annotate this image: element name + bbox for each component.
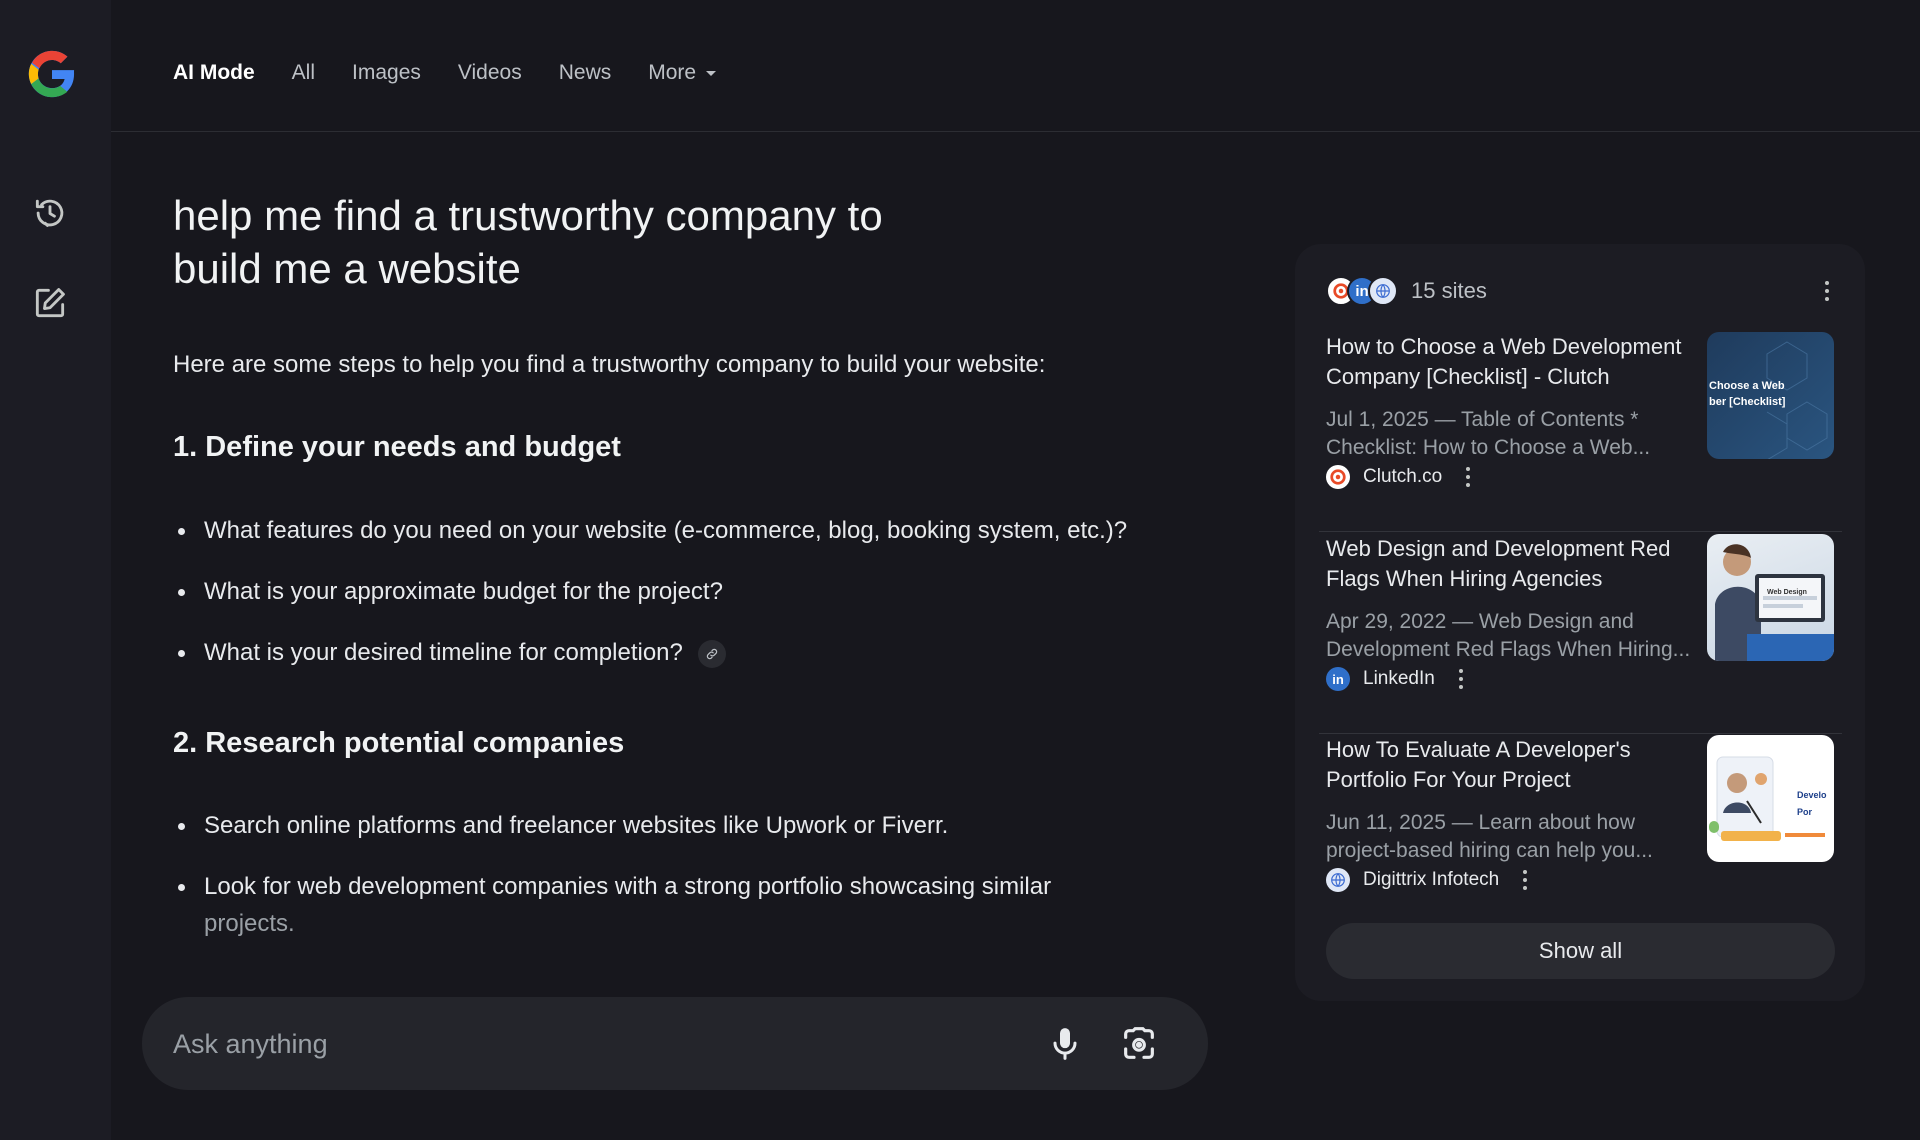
divider — [1319, 733, 1842, 734]
divider — [1319, 531, 1842, 532]
source-site-name: Clutch.co — [1363, 466, 1443, 487]
list-item: Search online platforms and freelancer w… — [173, 807, 1223, 844]
source-meta: Digittrix Infotech — [1326, 866, 1539, 894]
source-title[interactable]: Web Design and Development Red Flags Whe… — [1326, 534, 1696, 594]
tab-news[interactable]: News — [559, 58, 612, 88]
list-item-text: What is your approximate budget for the … — [204, 578, 723, 605]
source-thumbnail: Choose a Web ber [Checklist] — [1707, 332, 1834, 459]
thumbnail-text: Web Design — [1767, 589, 1807, 596]
tab-all[interactable]: All — [292, 58, 315, 88]
bullet-list: Search online platforms and freelancer w… — [173, 807, 1223, 942]
source-meta: Clutch.co — [1326, 463, 1482, 491]
globe-favicon — [1368, 276, 1398, 306]
tab-ai-mode[interactable]: AI Mode — [173, 58, 255, 88]
bullet-list: What features do you need on your websit… — [173, 512, 1223, 671]
list-item-text-faded: projects. — [204, 910, 295, 937]
caret-down-icon — [706, 70, 717, 76]
section-heading: 2. Research potential companies — [173, 727, 625, 759]
sources-header[interactable]: in 15 sites — [1326, 268, 1841, 314]
source-card[interactable]: How To Evaluate A Developer's Portfolio … — [1319, 735, 1842, 895]
new-chat-icon[interactable] — [31, 284, 69, 322]
show-all-button[interactable]: Show all — [1326, 923, 1835, 979]
side-rail — [0, 0, 111, 1140]
favicon-stack: in — [1326, 276, 1398, 306]
source-site-name: Digittrix Infotech — [1363, 869, 1500, 890]
thumbnail-text: Choose a Web ber [Checklist] — [1709, 380, 1786, 408]
source-snippet: Apr 29, 2022 — Web Design and Developmen… — [1326, 610, 1691, 661]
source-card[interactable]: Web Design and Development Red Flags Whe… — [1319, 534, 1842, 734]
tab-more-label: More — [648, 61, 697, 84]
thumbnail-text: Develo Por — [1797, 790, 1827, 817]
source-title[interactable]: How To Evaluate A Developer's Portfolio … — [1326, 735, 1696, 795]
sources-panel: in 15 sites How to Choose a Web Developm… — [1295, 244, 1865, 1001]
google-logo[interactable] — [25, 47, 79, 101]
more-options-icon[interactable] — [1511, 866, 1539, 894]
list-item-text: What features do you need on your websit… — [204, 517, 1128, 544]
source-card[interactable]: How to Choose a Web Development Company … — [1319, 332, 1842, 532]
top-bar: AI Mode All Images Videos News More — [111, 0, 1920, 132]
history-icon[interactable] — [31, 194, 69, 232]
list-item: What is your approximate budget for the … — [173, 573, 1223, 610]
ask-input[interactable] — [173, 1021, 973, 1067]
list-item: Look for web development companies with … — [173, 868, 1223, 942]
ask-bar — [142, 997, 1208, 1090]
tab-images[interactable]: Images — [352, 58, 421, 88]
globe-favicon — [1326, 868, 1350, 892]
more-options-icon[interactable] — [1454, 463, 1482, 491]
source-title[interactable]: How to Choose a Web Development Company … — [1326, 332, 1696, 392]
query-title: help me find a trustworthy company to bu… — [173, 192, 883, 292]
sites-count: 15 sites — [1411, 278, 1487, 303]
clutch-favicon — [1326, 465, 1350, 489]
source-thumbnail: Develo Por — [1707, 735, 1834, 862]
lens-camera-icon[interactable] — [1119, 1024, 1159, 1064]
section-heading: 1. Define your needs and budget — [173, 431, 621, 463]
list-item: What is your desired timeline for comple… — [173, 634, 1223, 671]
tab-more[interactable]: More — [648, 58, 717, 88]
list-item-text: Search online platforms and freelancer w… — [204, 812, 949, 839]
search-tabs: AI Mode All Images Videos News More — [173, 58, 753, 88]
linkedin-favicon: in — [1326, 667, 1350, 691]
list-item: What features do you need on your websit… — [173, 512, 1223, 549]
more-options-icon[interactable] — [1813, 277, 1841, 305]
source-snippet: Jun 11, 2025 — Learn about how project-b… — [1326, 811, 1653, 862]
list-item-text: Look for web development companies with … — [204, 873, 1052, 900]
source-thumbnail: Web Design — [1707, 534, 1834, 661]
source-snippet: Jul 1, 2025 — Table of Contents * Checkl… — [1326, 408, 1651, 459]
source-link-icon[interactable] — [697, 639, 726, 668]
list-item-text: What is your desired timeline for comple… — [204, 639, 683, 666]
source-site-name: LinkedIn — [1363, 668, 1435, 689]
tab-videos[interactable]: Videos — [458, 58, 522, 88]
more-options-icon[interactable] — [1447, 665, 1475, 693]
source-meta: in LinkedIn — [1326, 665, 1475, 693]
microphone-icon[interactable] — [1045, 1024, 1085, 1064]
answer-intro: Here are some steps to help you find a t… — [173, 351, 1046, 378]
